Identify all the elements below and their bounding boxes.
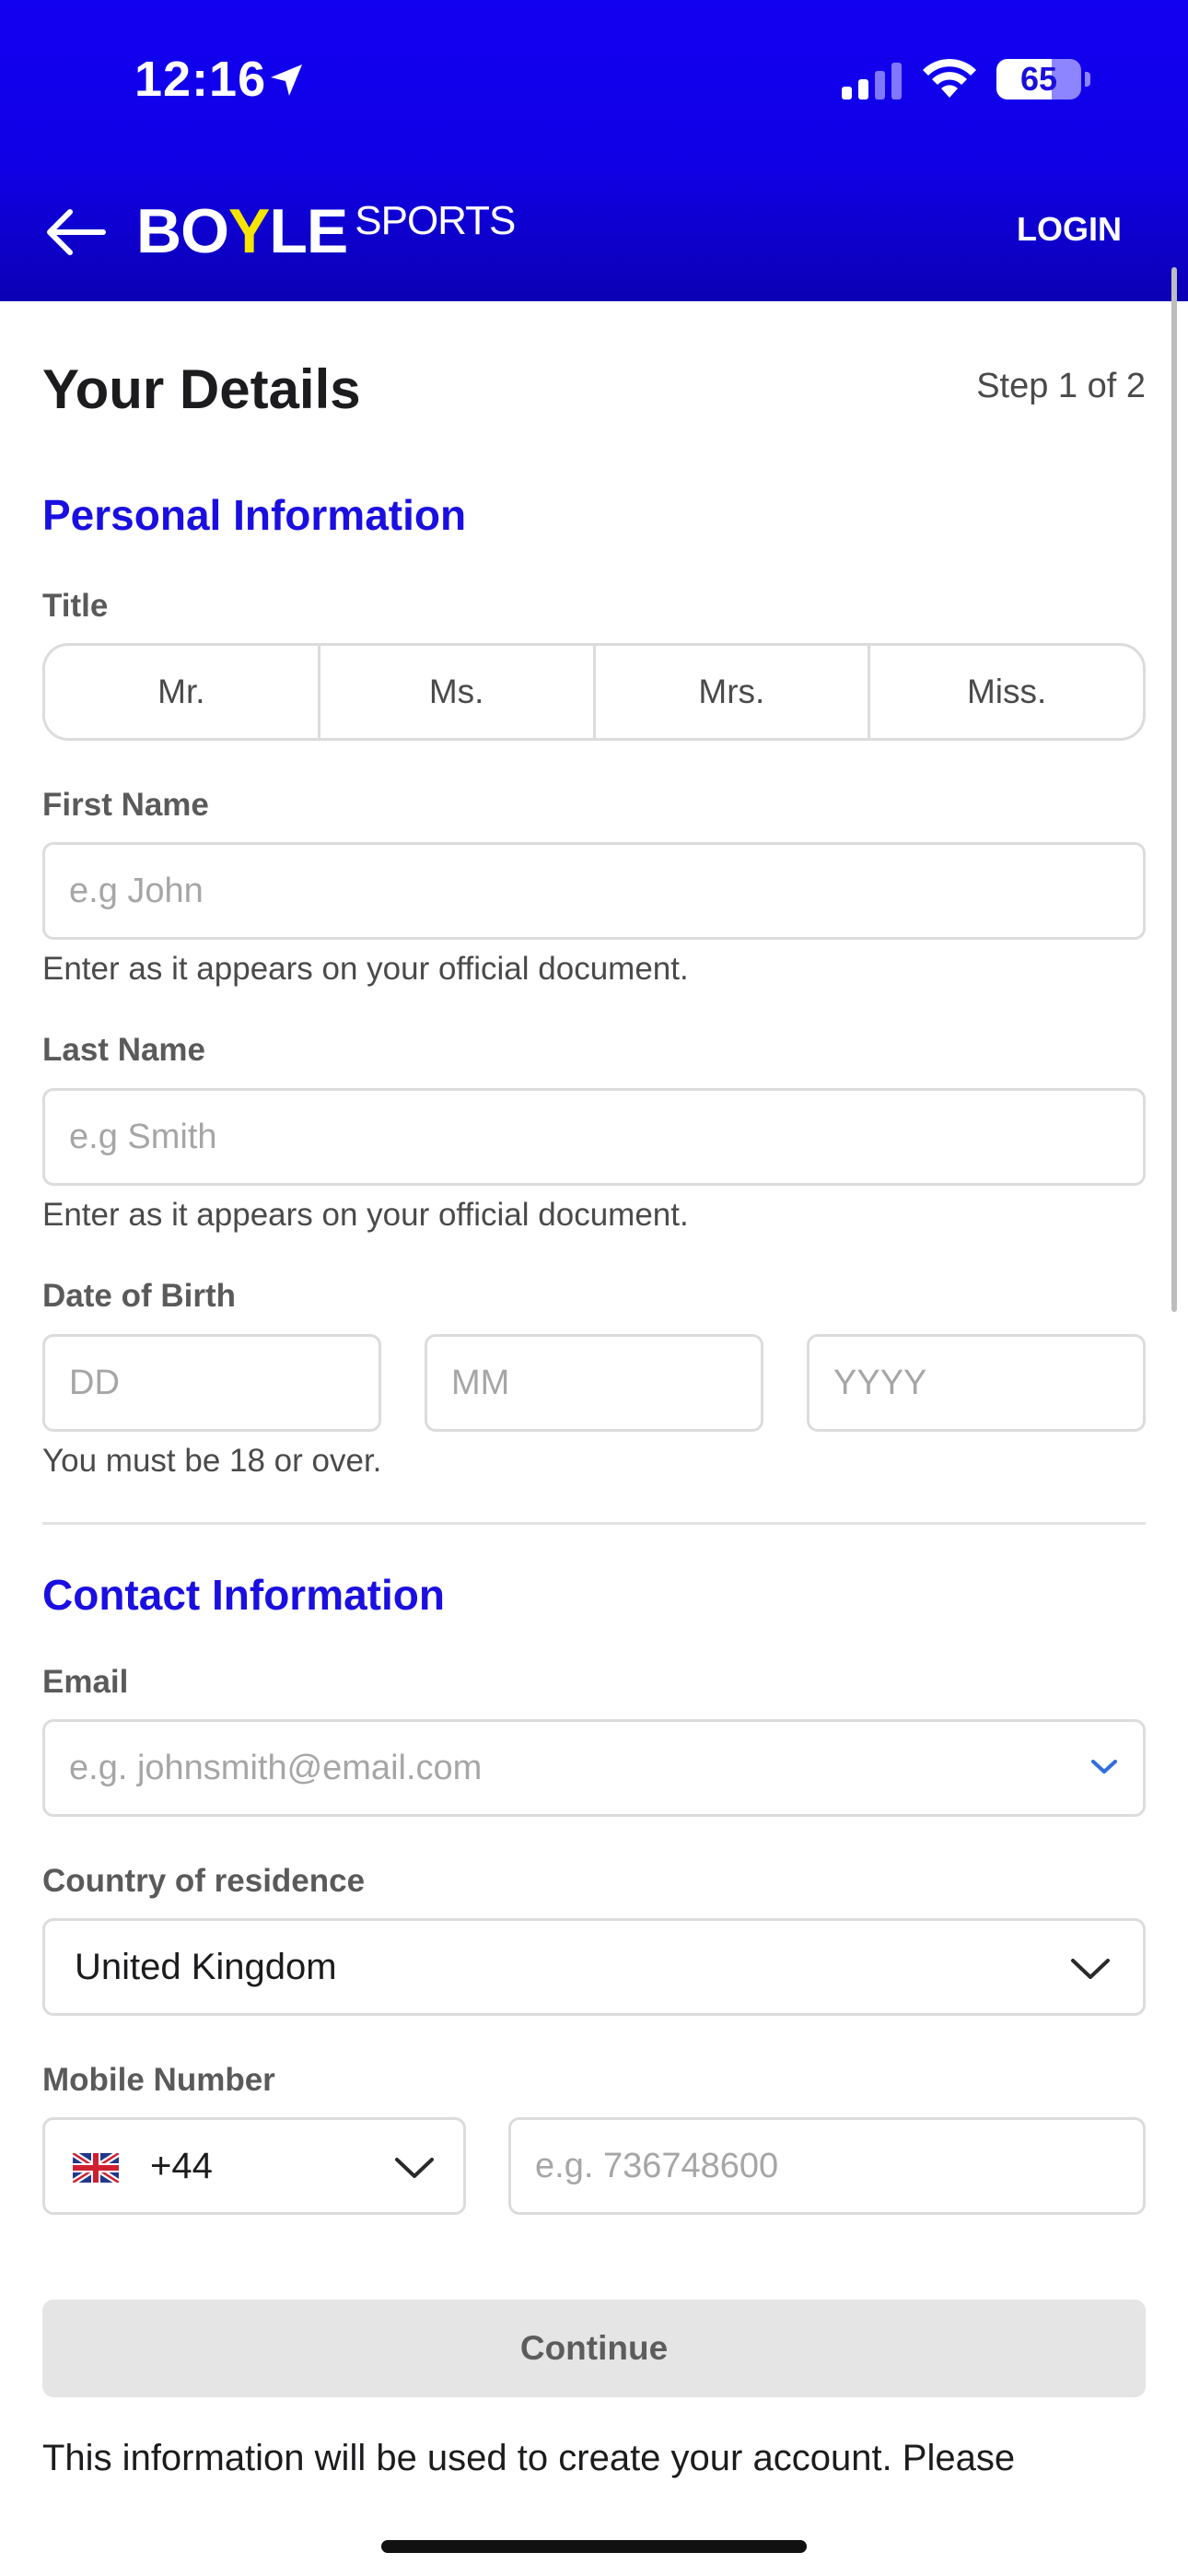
- info-disclaimer-text: This information will be used to create …: [42, 2438, 1016, 2478]
- email-input[interactable]: [42, 1719, 1146, 1817]
- personal-info-heading: Personal Information: [42, 491, 467, 539]
- contact-info-heading: Contact Information: [42, 1571, 445, 1619]
- country-select[interactable]: United Kingdom: [42, 1918, 1146, 2016]
- home-indicator[interactable]: [381, 2540, 807, 2553]
- last-name-input[interactable]: [42, 1088, 1146, 1186]
- dob-helper: You must be 18 or over.: [42, 1443, 382, 1479]
- page-title: Your Details: [42, 358, 361, 420]
- chevron-down-icon: [395, 2158, 434, 2178]
- email-label: Email: [42, 1664, 129, 1700]
- cellular-signal-icon: [842, 63, 902, 100]
- first-name-input[interactable]: [42, 842, 1146, 940]
- first-name-helper: Enter as it appears on your official doc…: [42, 951, 689, 987]
- title-option-mr[interactable]: Mr.: [45, 646, 320, 738]
- dob-year-input[interactable]: [807, 1334, 1146, 1432]
- battery-nub: [1085, 72, 1090, 87]
- chevron-down-icon: [1071, 1959, 1110, 1979]
- last-name-label: Last Name: [42, 1032, 206, 1068]
- battery-icon: 65: [996, 59, 1081, 100]
- mobile-label: Mobile Number: [42, 2062, 275, 2098]
- login-button[interactable]: LOGIN: [1017, 210, 1122, 249]
- back-arrow-icon[interactable]: [42, 206, 107, 258]
- last-name-helper: Enter as it appears on your official doc…: [42, 1197, 689, 1233]
- section-divider: [42, 1522, 1146, 1525]
- country-label: Country of residence: [42, 1863, 366, 1899]
- app-header: 12:16 65 BOYLE SPORTS LOGIN: [0, 0, 1188, 301]
- step-indicator: Step 1 of 2: [976, 367, 1146, 405]
- dob-month-input[interactable]: [425, 1334, 763, 1432]
- country-value: United Kingdom: [75, 1946, 337, 1987]
- location-arrow-icon: [271, 64, 302, 96]
- dial-code-select[interactable]: +44: [42, 2117, 466, 2215]
- continue-button[interactable]: Continue: [42, 2300, 1146, 2397]
- status-time: 12:16: [134, 52, 267, 107]
- dob-label: Date of Birth: [42, 1278, 236, 1314]
- mobile-number-input[interactable]: [508, 2117, 1146, 2215]
- first-name-label: First Name: [42, 787, 209, 823]
- title-label: Title: [42, 588, 109, 624]
- dial-code-value: +44: [150, 2145, 213, 2186]
- title-option-miss[interactable]: Miss.: [870, 646, 1143, 738]
- uk-flag-icon: [73, 2153, 119, 2183]
- scrollbar[interactable]: [1171, 267, 1177, 1312]
- title-selector: Mr. Ms. Mrs. Miss.: [42, 643, 1146, 741]
- email-suggestions-chevron-icon[interactable]: [1089, 1758, 1119, 1776]
- dob-day-input[interactable]: [42, 1334, 381, 1432]
- title-option-mrs[interactable]: Mrs.: [596, 646, 871, 738]
- battery-percent: 65: [1019, 60, 1058, 98]
- wifi-icon: [923, 58, 976, 98]
- title-option-ms[interactable]: Ms.: [320, 646, 596, 738]
- boylesports-logo: BOYLE SPORTS: [136, 196, 516, 266]
